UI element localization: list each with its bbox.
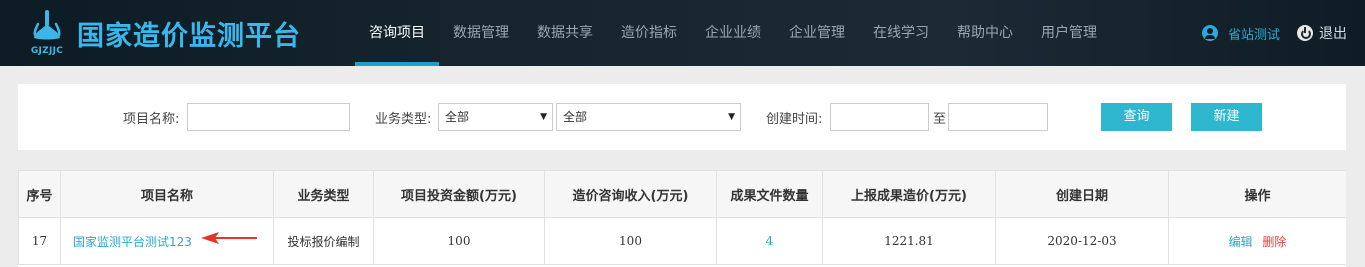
edit-link[interactable]: 编辑	[1229, 235, 1253, 249]
app-title: 国家造价监测平台	[77, 21, 301, 52]
biz-type-label: 业务类型:	[375, 112, 432, 127]
col-header-biz-type: 业务类型	[273, 170, 374, 218]
project-name-input[interactable]	[187, 103, 350, 131]
new-button[interactable]: 新建	[1191, 103, 1262, 131]
logo: GJZJJC	[26, 10, 68, 58]
col-header-actions: 操作	[1168, 170, 1346, 218]
cell-file-count: 4	[716, 217, 823, 265]
logout-button[interactable]: 退出	[1297, 0, 1347, 66]
user-icon	[1201, 25, 1218, 41]
logo-icon	[33, 10, 61, 40]
nav-item-company-management[interactable]: 企业管理	[775, 0, 859, 66]
current-user[interactable]: 省站测试	[1201, 0, 1280, 66]
projects-table: 序号 项目名称 业务类型 项目投资金额(万元) 造价咨询收入(万元) 成果文件数…	[18, 170, 1346, 267]
table-header-row: 序号 项目名称 业务类型 项目投资金额(万元) 造价咨询收入(万元) 成果文件数…	[18, 170, 1346, 218]
date-range-separator: 至	[933, 112, 947, 127]
cell-biz-type: 投标报价编制	[273, 217, 374, 265]
col-header-name: 项目名称	[60, 170, 274, 218]
filter-panel: 项目名称: 业务类型: 全部 ▼ 全部 ▼ 创建时间: 至 查询 新建	[18, 84, 1346, 150]
cell-created: 2020-12-03	[995, 217, 1169, 265]
nav-item-consulting-projects[interactable]: 咨询项目	[355, 0, 439, 66]
cell-investment: 100	[373, 217, 545, 265]
nav-item-user-management[interactable]: 用户管理	[1027, 0, 1111, 66]
user-name: 省站测试	[1227, 27, 1280, 43]
nav-item-cost-indicators[interactable]: 造价指标	[607, 0, 691, 66]
nav-item-company-performance[interactable]: 企业业绩	[691, 0, 775, 66]
top-navbar: GJZJJC 国家造价监测平台 咨询项目 数据管理 数据共享 造价指标 企业业绩…	[0, 0, 1365, 66]
nav-item-data-management[interactable]: 数据管理	[439, 0, 523, 66]
chevron-down-icon: ▼	[728, 112, 735, 122]
nav-item-online-learning[interactable]: 在线学习	[859, 0, 943, 66]
logo-subtext: GJZJJC	[30, 46, 64, 56]
date-to-input[interactable]	[948, 103, 1048, 131]
search-button[interactable]: 查询	[1101, 103, 1172, 131]
date-from-input[interactable]	[830, 103, 929, 131]
project-name-label: 项目名称:	[123, 112, 180, 127]
chevron-down-icon: ▼	[540, 112, 547, 122]
logout-label: 退出	[1319, 26, 1347, 42]
cell-name: 国家监测平台测试123	[60, 217, 274, 265]
nav-item-data-sharing[interactable]: 数据共享	[523, 0, 607, 66]
col-header-file-count: 成果文件数量	[716, 170, 823, 218]
col-header-investment: 项目投资金额(万元)	[373, 170, 545, 218]
nav-item-help-center[interactable]: 帮助中心	[943, 0, 1027, 66]
project-name-link[interactable]: 国家监测平台测试123	[73, 235, 192, 249]
table-row: 17 国家监测平台测试123 投标报价编制 100 100 4 1221.81 …	[18, 217, 1346, 265]
main-nav: 咨询项目 数据管理 数据共享 造价指标 企业业绩 企业管理 在线学习 帮助中心 …	[355, 0, 1111, 66]
biz-type-select-1[interactable]: 全部 ▼	[438, 103, 553, 131]
col-header-index: 序号	[18, 170, 61, 218]
biz-type-select-2[interactable]: 全部 ▼	[556, 103, 741, 131]
col-header-income: 造价咨询收入(万元)	[544, 170, 717, 218]
create-date-label: 创建时间:	[766, 112, 823, 127]
cell-reported-cost: 1221.81	[822, 217, 996, 265]
file-count-link[interactable]: 4	[766, 234, 774, 248]
col-header-reported-cost: 上报成果造价(万元)	[822, 170, 996, 218]
biz-type-select-2-value: 全部	[563, 110, 588, 124]
delete-link[interactable]: 删除	[1262, 235, 1286, 249]
cell-index: 17	[18, 217, 61, 265]
red-arrow-annotation	[201, 232, 257, 244]
power-icon	[1297, 25, 1313, 41]
col-header-created: 创建日期	[995, 170, 1169, 218]
biz-type-select-1-value: 全部	[445, 110, 470, 124]
cell-income: 100	[544, 217, 717, 265]
cell-actions: 编辑 删除	[1168, 217, 1346, 265]
